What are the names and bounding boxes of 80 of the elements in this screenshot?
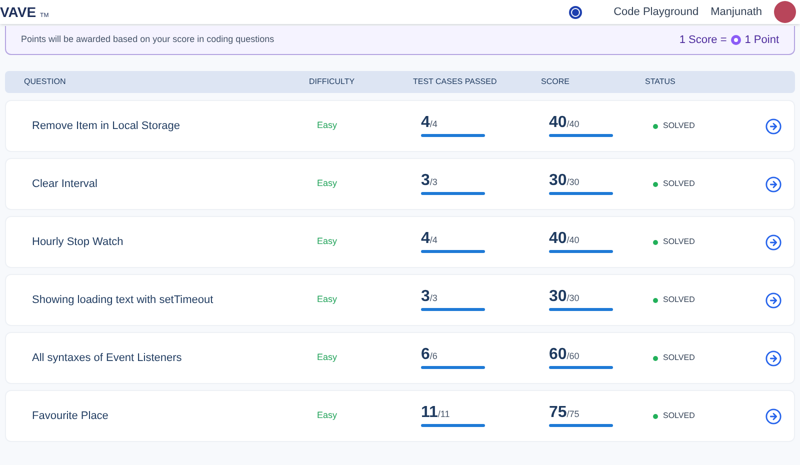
- difficulty-label: Easy: [317, 177, 338, 190]
- arrow-circle-icon[interactable]: [765, 350, 782, 366]
- underline-bar: [421, 192, 485, 195]
- total-count: /11: [438, 408, 450, 420]
- status-label: SOLVED: [663, 236, 695, 248]
- max-score: /30: [566, 176, 580, 188]
- status-label: SOLVED: [663, 294, 695, 306]
- arrow-circle-icon[interactable]: [765, 408, 782, 424]
- max-score: /75: [566, 408, 580, 420]
- star-coin-icon: [730, 35, 741, 45]
- passed-count: 4: [421, 231, 430, 247]
- question-row[interactable]: Showing loading text with setTimeout Easy 3/3 30/30 SOLVED: [5, 274, 795, 326]
- conversion-text: 1 Point: [744, 32, 779, 48]
- question-title: Remove Item in Local Storage: [32, 118, 181, 134]
- underline-bar: [421, 250, 485, 253]
- column-header: STATUS: [645, 76, 676, 88]
- max-score: /30: [566, 292, 580, 304]
- question-row[interactable]: Hourly Stop Watch Easy 4/4 40/40 SOLVED: [5, 216, 795, 268]
- column-header: SCORE: [541, 76, 570, 88]
- difficulty-label: Easy: [317, 351, 338, 364]
- arrow-circle-icon[interactable]: [765, 176, 782, 192]
- radio-icon[interactable]: [568, 6, 582, 18]
- underline-bar: [549, 192, 613, 195]
- total-count: /4: [430, 234, 438, 246]
- total-count: /3: [430, 292, 438, 304]
- underline-bar: [549, 134, 613, 137]
- question-row[interactable]: Favourite Place Easy 11/11 75/75 SOLVED: [5, 390, 795, 442]
- difficulty-label: Easy: [317, 119, 338, 132]
- difficulty-label: Easy: [317, 293, 338, 306]
- score-value: 40: [549, 115, 567, 131]
- underline-bar: [549, 308, 613, 311]
- question-row[interactable]: Remove Item in Local Storage Easy 4/4 40/40 SOLVED: [5, 100, 795, 152]
- passed-count: 3: [421, 173, 430, 189]
- arrow-circle-icon[interactable]: [765, 118, 782, 134]
- underline-bar: [421, 424, 485, 427]
- score-value: 75: [549, 405, 567, 421]
- difficulty-label: Easy: [317, 235, 338, 248]
- column-header: QUESTION: [24, 76, 67, 88]
- underline-bar: [549, 366, 613, 369]
- status-label: SOLVED: [663, 120, 695, 132]
- total-count: /6: [430, 350, 438, 362]
- question-row[interactable]: All syntaxes of Event Listeners Easy 6/6 60/60 SOLVED: [5, 332, 795, 384]
- underline-bar: [549, 424, 613, 427]
- column-header: DIFFICULTY: [309, 76, 356, 88]
- max-score: /40: [566, 118, 580, 130]
- underline-bar: [549, 250, 613, 253]
- score-value: 30: [549, 173, 567, 189]
- question-title: Hourly Stop Watch: [32, 234, 124, 250]
- passed-count: 4: [421, 115, 430, 131]
- total-count: /3: [430, 176, 438, 188]
- question-title: All syntaxes of Event Listeners: [32, 350, 183, 366]
- underline-bar: [421, 366, 485, 369]
- status-label: SOLVED: [663, 410, 695, 422]
- score-value: 30: [549, 289, 567, 305]
- score-value: 60: [549, 347, 567, 363]
- avatar[interactable]: [774, 1, 796, 23]
- underline-bar: [421, 308, 485, 311]
- column-header: TEST CASES PASSED: [413, 76, 498, 88]
- score-value: 40: [549, 231, 567, 247]
- total-count: /4: [430, 118, 438, 130]
- conversion-text: 1 Score =: [679, 32, 727, 48]
- logo: VAVE: [0, 5, 36, 19]
- question-title: Clear Interval: [32, 176, 98, 192]
- question-row[interactable]: Clear Interval Easy 3/3 30/30 SOLVED: [5, 158, 795, 210]
- underline-bar: [421, 134, 485, 137]
- status-label: SOLVED: [663, 178, 695, 190]
- max-score: /40: [566, 234, 580, 246]
- user-name: Manjunath: [710, 4, 762, 20]
- passed-count: 3: [421, 289, 430, 305]
- question-title: Showing loading text with setTimeout: [32, 292, 214, 308]
- max-score: /60: [566, 350, 580, 362]
- arrow-circle-icon[interactable]: [765, 292, 782, 308]
- arrow-circle-icon[interactable]: [765, 234, 782, 250]
- question-title: Favourite Place: [32, 408, 110, 424]
- passed-count: 11: [421, 405, 438, 421]
- difficulty-label: Easy: [317, 409, 338, 422]
- status-label: SOLVED: [663, 352, 695, 364]
- nav-link[interactable]: Code Playground: [614, 4, 699, 20]
- passed-count: 6: [421, 347, 430, 363]
- banner-message: Points will be awarded based on your score in coding questions: [21, 33, 274, 46]
